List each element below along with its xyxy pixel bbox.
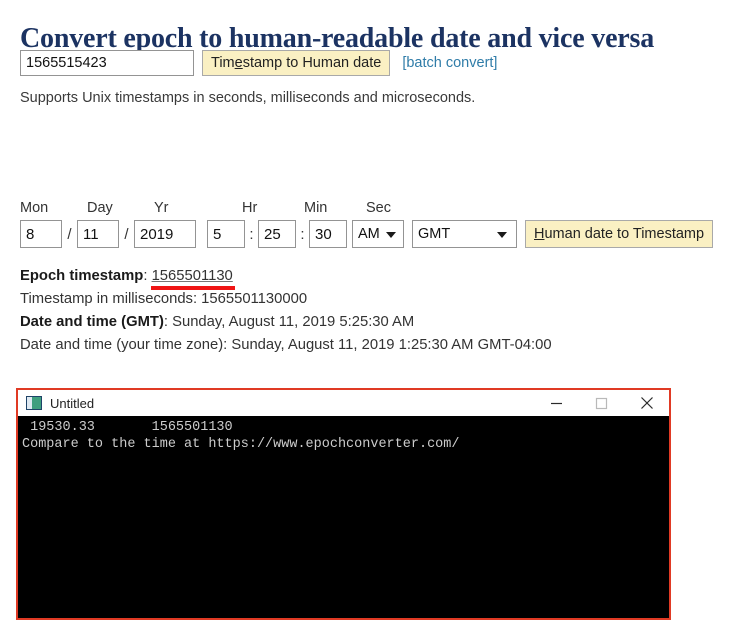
close-icon[interactable]: [624, 390, 669, 416]
chevron-down-icon: [386, 232, 396, 238]
label-day: Day: [87, 200, 113, 216]
minimize-icon[interactable]: [534, 390, 579, 416]
ampm-selected-value: AM: [358, 226, 380, 242]
human-date-form-row: / / : : AM GMT Human date to Timestamp: [20, 220, 714, 248]
month-input[interactable]: [20, 220, 62, 248]
timestamp-input[interactable]: [20, 50, 194, 76]
console-app-icon: [26, 396, 42, 410]
timestamp-to-human-date-button[interactable]: Timestamp to Human date: [202, 50, 391, 76]
chevron-down-icon: [497, 232, 507, 238]
epoch-timestamp-value: 1565501130: [151, 268, 233, 284]
human-date-button-suffix: uman date to Timestamp: [544, 226, 705, 242]
timestamp-button-accesskey: e: [234, 55, 243, 71]
time-separator-2: :: [300, 225, 305, 243]
epoch-timestamp-separator: :: [143, 268, 152, 284]
label-second: Sec: [366, 200, 391, 216]
gmt-datetime-line: Date and time (GMT): Sunday, August 11, …: [20, 313, 552, 333]
console-line-1: 19530.33 1565501130: [22, 420, 233, 435]
timestamp-button-suffix: stamp to Human date: [242, 55, 382, 71]
console-output: 19530.33 1565501130 Compare to the time a…: [18, 416, 669, 453]
epoch-timestamp-line: Epoch timestamp: 1565501130: [20, 267, 552, 287]
day-input[interactable]: [77, 220, 119, 248]
window-controls: [534, 390, 669, 416]
gmt-datetime-label: Date and time (GMT): [20, 314, 164, 330]
human-date-button-accesskey: H: [534, 226, 545, 242]
label-hour: Hr: [242, 200, 258, 216]
minute-input[interactable]: [258, 220, 296, 248]
ampm-select[interactable]: AM: [352, 220, 404, 248]
date-separator-2: /: [124, 225, 129, 243]
human-date-to-timestamp-button[interactable]: Human date to Timestamp: [525, 220, 714, 248]
epoch-converter-page: Convert epoch to human-readable date and…: [0, 0, 739, 620]
human-date-form-labels: Mon Day Yr Hr Min Sec: [20, 200, 415, 216]
timestamp-converter-row: Timestamp to Human date [batch convert]: [20, 50, 497, 76]
epoch-timestamp-label: Epoch timestamp: [20, 268, 144, 284]
hour-input[interactable]: [207, 220, 245, 248]
supports-note: Supports Unix timestamps in seconds, mil…: [20, 90, 476, 106]
console-titlebar[interactable]: Untitled: [18, 390, 669, 416]
gmt-datetime-separator: :: [163, 314, 173, 330]
batch-convert-link[interactable]: [batch convert]: [402, 55, 497, 71]
label-month: Mon: [20, 200, 49, 216]
second-input[interactable]: [309, 220, 347, 248]
results-block: Epoch timestamp: 1565501130 Timestamp in…: [20, 267, 552, 359]
console-window-title: Untitled: [50, 395, 95, 411]
timezone-selected-value: GMT: [418, 226, 451, 242]
label-minute: Min: [304, 200, 328, 216]
timezone-select[interactable]: GMT: [412, 220, 517, 248]
local-datetime-line: Date and time (your time zone): Sunday, …: [20, 337, 552, 353]
date-separator-1: /: [67, 225, 72, 243]
timestamp-button-prefix: Tim: [211, 55, 235, 71]
milliseconds-line: Timestamp in milliseconds: 1565501130000: [20, 291, 308, 307]
gmt-datetime-value: Sunday, August 11, 2019 5:25:30 AM: [172, 314, 415, 330]
year-input[interactable]: [134, 220, 196, 248]
maximize-icon[interactable]: [579, 390, 624, 416]
console-window: Untitled 19530.33 1565501130 Compare to t…: [16, 388, 671, 620]
label-year: Yr: [154, 200, 169, 216]
console-line-2: Compare to the time at https://www.epoch…: [22, 437, 460, 452]
time-separator-1: :: [249, 225, 254, 243]
